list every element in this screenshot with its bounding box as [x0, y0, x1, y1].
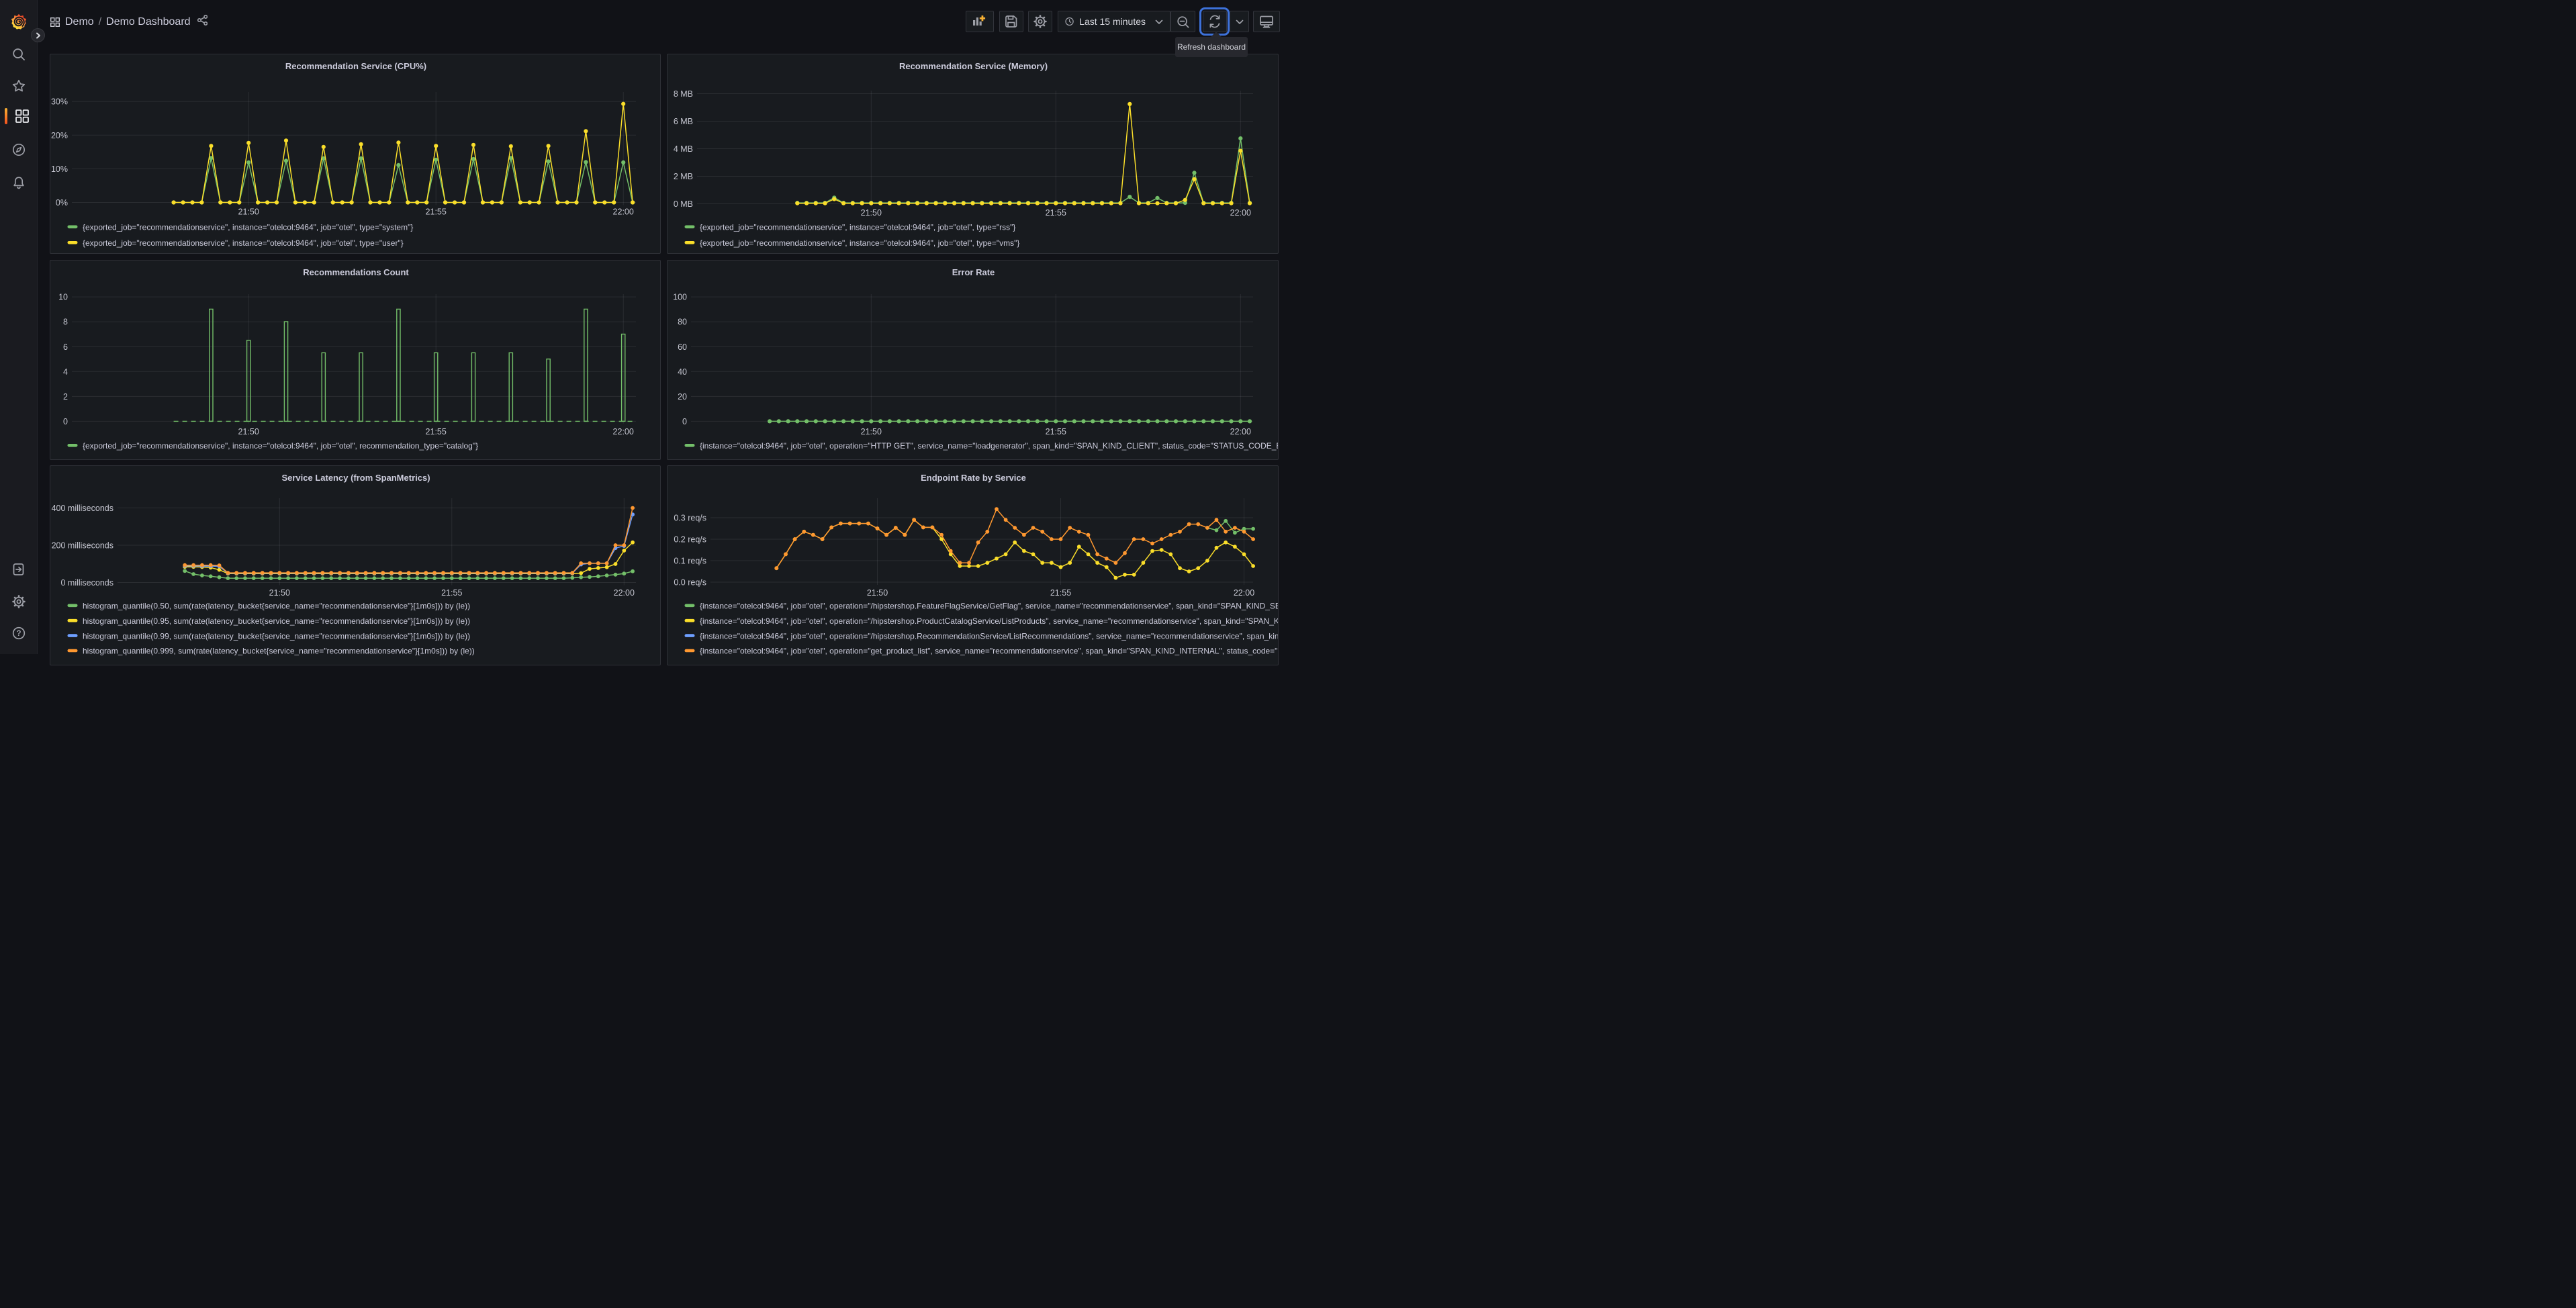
svg-text:10%: 10% — [51, 165, 68, 174]
svg-text:histogram_quantile(0.95, sum(r: histogram_quantile(0.95, sum(rate(latenc… — [83, 616, 470, 626]
svg-text:{exported_job="recommendations: {exported_job="recommendationservice", i… — [83, 441, 478, 451]
svg-text:0.1 req/s: 0.1 req/s — [674, 557, 706, 566]
svg-text:{exported_job="recommendations: {exported_job="recommendationservice", i… — [700, 223, 1015, 232]
svg-text:21:50: 21:50 — [238, 207, 259, 217]
svg-text:40: 40 — [678, 367, 687, 376]
svg-text:400 milliseconds: 400 milliseconds — [52, 504, 113, 513]
svg-text:21:55: 21:55 — [426, 207, 447, 217]
svg-text:8: 8 — [63, 317, 68, 326]
svg-text:2: 2 — [63, 391, 68, 401]
svg-text:histogram_quantile(0.50, sum(r: histogram_quantile(0.50, sum(rate(latenc… — [83, 602, 470, 611]
svg-text:21:50: 21:50 — [238, 427, 259, 436]
svg-text:0 MB: 0 MB — [674, 199, 693, 209]
svg-text:{instance="otelcol:9464", job=: {instance="otelcol:9464", job="otel", op… — [700, 602, 1279, 611]
svg-text:histogram_quantile(0.999, sum(: histogram_quantile(0.999, sum(rate(laten… — [83, 647, 475, 656]
svg-text:Service Latency (from SpanMetr: Service Latency (from SpanMetrics) — [281, 473, 430, 483]
svg-text:60: 60 — [678, 342, 687, 351]
svg-text:{instance="otelcol:9464", job=: {instance="otelcol:9464", job="otel", op… — [700, 441, 1279, 451]
svg-text:22:00: 22:00 — [1234, 588, 1254, 598]
svg-text:100: 100 — [673, 292, 687, 301]
svg-text:22:00: 22:00 — [1230, 208, 1251, 218]
svg-text:Recommendation Service (Memory: Recommendation Service (Memory) — [899, 61, 1048, 71]
svg-text:Recommendations Count: Recommendations Count — [303, 267, 409, 277]
svg-text:0: 0 — [682, 416, 687, 426]
svg-text:?: ? — [16, 630, 21, 638]
svg-text:{exported_job="recommendations: {exported_job="recommendationservice", i… — [700, 238, 1019, 248]
svg-text:{exported_job="recommendations: {exported_job="recommendationservice", i… — [83, 238, 404, 248]
svg-text:Error Rate: Error Rate — [952, 267, 995, 277]
svg-text:4 MB: 4 MB — [674, 144, 693, 154]
svg-text:{instance="otelcol:9464", job=: {instance="otelcol:9464", job="otel", op… — [700, 647, 1279, 656]
svg-text:20%: 20% — [51, 131, 68, 140]
svg-text:22:00: 22:00 — [613, 427, 634, 436]
svg-text:{instance="otelcol:9464", job=: {instance="otelcol:9464", job="otel", op… — [700, 631, 1279, 641]
svg-text:21:50: 21:50 — [861, 427, 882, 436]
svg-text:80: 80 — [678, 317, 687, 326]
svg-text:4: 4 — [63, 367, 68, 376]
svg-text:21:50: 21:50 — [269, 588, 290, 598]
svg-text:21:55: 21:55 — [1046, 208, 1066, 218]
svg-text:200 milliseconds: 200 milliseconds — [52, 541, 113, 551]
svg-text:0.3 req/s: 0.3 req/s — [674, 514, 706, 523]
svg-text:Recommendation Service (CPU%): Recommendation Service (CPU%) — [285, 61, 426, 71]
svg-text:2 MB: 2 MB — [674, 172, 693, 181]
svg-text:0 milliseconds: 0 milliseconds — [60, 578, 113, 588]
svg-text:8 MB: 8 MB — [674, 89, 693, 99]
svg-text:22:00: 22:00 — [614, 588, 635, 598]
svg-text:6: 6 — [63, 342, 68, 351]
svg-text:20: 20 — [678, 391, 687, 401]
svg-text:{exported_job="recommendations: {exported_job="recommendationservice", i… — [83, 223, 413, 232]
svg-text:{instance="otelcol:9464", job=: {instance="otelcol:9464", job="otel", op… — [700, 616, 1279, 626]
svg-text:21:55: 21:55 — [426, 427, 447, 436]
svg-text:21:55: 21:55 — [1046, 427, 1066, 436]
svg-text:0.0 req/s: 0.0 req/s — [674, 578, 706, 588]
svg-text:0%: 0% — [56, 198, 68, 207]
svg-text:22:00: 22:00 — [1230, 427, 1251, 436]
svg-text:0: 0 — [63, 416, 68, 426]
svg-text:histogram_quantile(0.99, sum(r: histogram_quantile(0.99, sum(rate(latenc… — [83, 631, 470, 641]
svg-text:30%: 30% — [51, 97, 68, 107]
svg-text:21:50: 21:50 — [867, 588, 888, 598]
svg-text:0.2 req/s: 0.2 req/s — [674, 535, 706, 545]
svg-text:10: 10 — [58, 292, 68, 301]
svg-text:21:55: 21:55 — [441, 588, 462, 598]
svg-text:21:55: 21:55 — [1050, 588, 1071, 598]
svg-text:6 MB: 6 MB — [674, 117, 693, 126]
svg-text:21:50: 21:50 — [861, 208, 882, 218]
svg-text:Endpoint Rate by Service: Endpoint Rate by Service — [921, 473, 1026, 483]
svg-text:22:00: 22:00 — [613, 207, 634, 217]
